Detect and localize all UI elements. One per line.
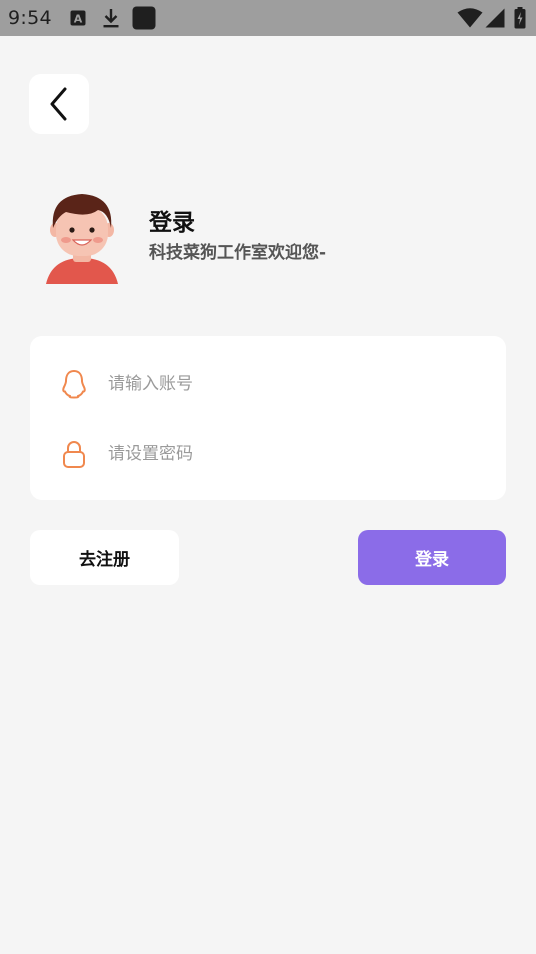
register-button[interactable]: 去注册 xyxy=(30,530,179,585)
welcome-subtitle: 科技菜狗工作室欢迎您- xyxy=(149,243,327,263)
svg-text:A: A xyxy=(74,13,83,26)
status-bar: 9:54 A xyxy=(0,0,536,36)
qq-penguin-icon xyxy=(60,369,88,399)
login-button[interactable]: 登录 xyxy=(358,530,506,585)
password-field[interactable] xyxy=(60,434,480,474)
status-time: 9:54 xyxy=(8,7,52,29)
app-square-icon xyxy=(131,0,156,36)
password-input[interactable] xyxy=(108,444,468,464)
battery-charging-icon xyxy=(512,0,528,36)
account-field[interactable] xyxy=(60,364,480,404)
page-title: 登录 xyxy=(149,210,195,236)
lock-icon xyxy=(60,439,88,469)
account-input[interactable] xyxy=(108,374,468,394)
avatar xyxy=(44,190,120,286)
back-button[interactable] xyxy=(29,74,89,134)
keyboard-a-icon: A xyxy=(69,0,87,36)
signal-icon xyxy=(484,0,506,36)
chevron-left-icon xyxy=(48,87,70,121)
download-icon xyxy=(101,0,121,36)
login-form-card xyxy=(30,336,506,500)
wifi-icon xyxy=(457,0,483,36)
